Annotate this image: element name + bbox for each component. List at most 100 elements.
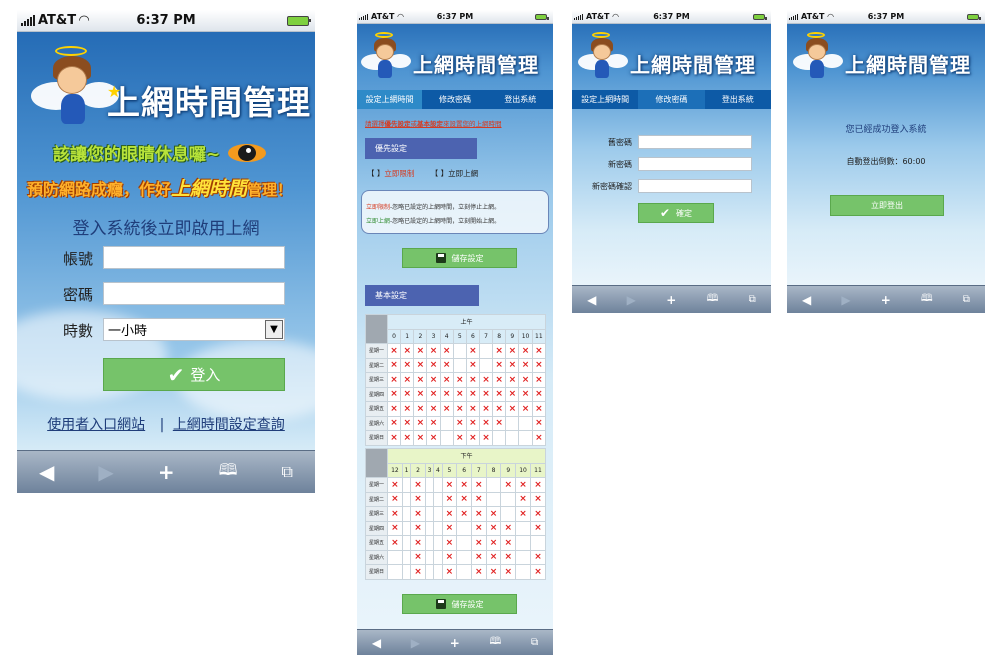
schedule-cell[interactable]: × <box>413 415 428 431</box>
pages-icon[interactable]: ⧉ <box>963 294 970 305</box>
schedule-cell[interactable] <box>433 506 443 522</box>
schedule-cell[interactable] <box>433 520 443 536</box>
schedule-cell[interactable] <box>515 549 531 565</box>
schedule-cell[interactable]: × <box>531 401 547 417</box>
schedule-cell[interactable]: × <box>531 386 547 402</box>
schedule-cell[interactable] <box>439 415 454 431</box>
schedule-cell[interactable]: × <box>452 372 467 388</box>
schedule-cell[interactable]: × <box>400 430 415 446</box>
schedule-cell[interactable]: × <box>478 415 494 431</box>
schedule-cell[interactable]: × <box>441 491 458 507</box>
schedule-cell[interactable] <box>424 477 435 493</box>
schedule-cell[interactable]: × <box>530 549 546 565</box>
schedule-cell[interactable]: × <box>452 401 467 417</box>
schedule-cell[interactable]: × <box>478 401 494 417</box>
schedule-cell[interactable]: × <box>505 386 520 402</box>
schedule-cell[interactable]: × <box>400 415 415 431</box>
pages-icon[interactable]: ⧉ <box>281 462 292 482</box>
schedule-cell[interactable]: × <box>387 506 403 522</box>
schedule-cell[interactable]: × <box>470 564 487 580</box>
schedule-cell[interactable]: × <box>426 372 441 388</box>
schedule-cell[interactable]: × <box>386 415 402 431</box>
schedule-cell[interactable]: × <box>465 430 480 446</box>
schedule-cell[interactable]: × <box>400 401 415 417</box>
schedule-cell[interactable]: × <box>456 491 472 507</box>
tab-logout[interactable]: 登出系統 <box>488 90 553 109</box>
password-input[interactable] <box>103 282 285 305</box>
schedule-cell[interactable]: × <box>465 415 480 431</box>
bookmarks-icon[interactable]: 🕮 <box>489 634 501 651</box>
schedule-cell[interactable] <box>401 520 412 536</box>
link-user-portal[interactable]: 使用者入口網站 <box>47 417 145 433</box>
schedule-cell[interactable]: × <box>439 386 454 402</box>
schedule-cell[interactable]: × <box>470 506 487 522</box>
back-icon[interactable]: ◀ <box>39 460 54 484</box>
option-restrict-now[interactable]: 【 】立即限制 <box>367 169 414 178</box>
schedule-cell[interactable]: × <box>439 343 454 359</box>
add-icon[interactable]: + <box>666 293 676 307</box>
schedule-cell[interactable] <box>433 549 443 565</box>
schedule-cell[interactable]: × <box>465 401 480 417</box>
schedule-cell[interactable]: × <box>413 401 428 417</box>
schedule-cell[interactable]: × <box>492 386 507 402</box>
schedule-cell[interactable]: × <box>518 386 533 402</box>
schedule-cell[interactable]: × <box>441 549 458 565</box>
schedule-cell[interactable] <box>518 415 533 431</box>
schedule-cell[interactable]: × <box>441 520 458 536</box>
schedule-cell[interactable]: × <box>531 343 547 359</box>
tab-set-time[interactable]: 設定上網時間 <box>572 90 638 109</box>
schedule-cell[interactable] <box>456 564 472 580</box>
schedule-cell[interactable]: × <box>386 372 402 388</box>
schedule-cell[interactable]: × <box>410 520 426 536</box>
schedule-cell[interactable] <box>424 491 435 507</box>
tab-logout[interactable]: 登出系統 <box>705 90 771 109</box>
schedule-cell[interactable]: × <box>530 520 546 536</box>
bookmarks-icon[interactable]: 🕮 <box>707 291 719 308</box>
schedule-cell[interactable]: × <box>485 506 502 522</box>
schedule-cell[interactable]: × <box>465 343 480 359</box>
schedule-cell[interactable]: × <box>410 506 426 522</box>
schedule-cell[interactable] <box>424 564 435 580</box>
schedule-cell[interactable] <box>478 343 494 359</box>
schedule-cell[interactable]: × <box>478 386 494 402</box>
schedule-cell[interactable]: × <box>500 535 517 551</box>
schedule-cell[interactable]: × <box>426 343 441 359</box>
schedule-cell[interactable]: × <box>470 477 487 493</box>
schedule-cell[interactable]: × <box>410 535 426 551</box>
schedule-cell[interactable]: × <box>492 343 507 359</box>
schedule-cell[interactable] <box>439 430 454 446</box>
schedule-cell[interactable]: × <box>530 506 546 522</box>
schedule-cell[interactable]: × <box>518 343 533 359</box>
schedule-cell[interactable]: × <box>413 343 428 359</box>
option-online-now[interactable]: 【 】立即上網 <box>431 169 478 178</box>
schedule-cell[interactable]: × <box>465 372 480 388</box>
schedule-cell[interactable] <box>433 491 443 507</box>
schedule-cell[interactable]: × <box>413 386 428 402</box>
add-icon[interactable]: + <box>450 636 460 650</box>
schedule-cell[interactable] <box>401 506 412 522</box>
schedule-cell[interactable] <box>530 535 546 551</box>
schedule-cell[interactable]: × <box>470 549 487 565</box>
schedule-cell[interactable]: × <box>387 491 403 507</box>
schedule-cell[interactable]: × <box>452 430 467 446</box>
schedule-cell[interactable]: × <box>515 506 531 522</box>
schedule-cell[interactable] <box>424 535 435 551</box>
schedule-cell[interactable] <box>387 564 403 580</box>
schedule-cell[interactable]: × <box>413 372 428 388</box>
schedule-cell[interactable] <box>515 564 531 580</box>
schedule-cell[interactable]: × <box>500 564 517 580</box>
schedule-cell[interactable]: × <box>515 477 531 493</box>
schedule-cell[interactable] <box>456 549 472 565</box>
schedule-cell[interactable]: × <box>530 564 546 580</box>
schedule-cell[interactable]: × <box>386 343 402 359</box>
add-icon[interactable]: + <box>881 293 891 307</box>
schedule-cell[interactable]: × <box>386 357 402 373</box>
schedule-cell[interactable]: × <box>441 564 458 580</box>
schedule-cell[interactable]: × <box>439 357 454 373</box>
schedule-cell[interactable]: × <box>470 520 487 536</box>
schedule-cell[interactable]: × <box>387 535 403 551</box>
schedule-cell[interactable]: × <box>500 520 517 536</box>
schedule-cell[interactable] <box>500 491 517 507</box>
schedule-cell[interactable]: × <box>413 357 428 373</box>
schedule-cell[interactable] <box>387 549 403 565</box>
